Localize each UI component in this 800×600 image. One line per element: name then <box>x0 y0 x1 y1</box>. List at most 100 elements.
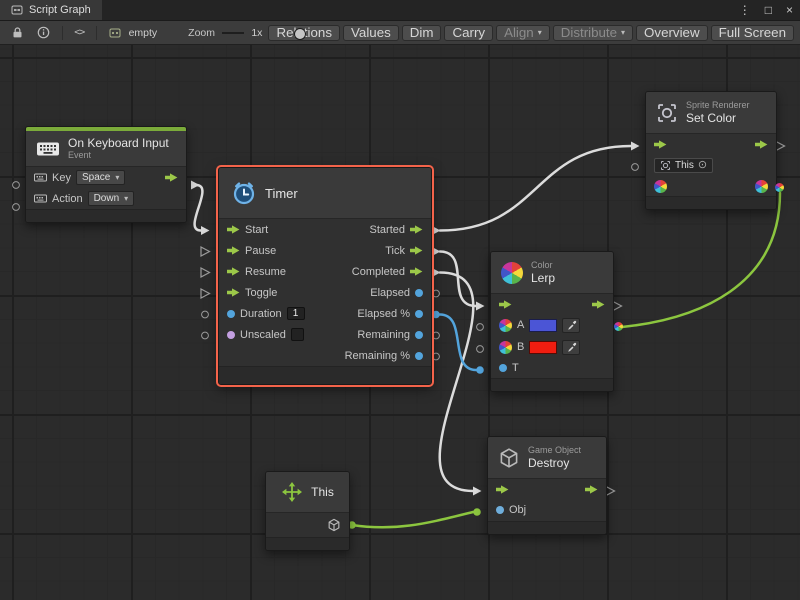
port-lerp-flow-out <box>613 302 622 311</box>
port-action-input <box>13 204 20 211</box>
port-label: Remaining <box>357 329 410 341</box>
port-timer-toggle <box>201 289 210 298</box>
distribute-button[interactable]: Distribute▾ <box>553 25 633 41</box>
graph-canvas[interactable]: On Keyboard Input Event Key Space▾ Actio… <box>0 45 800 600</box>
color-port-icon[interactable] <box>499 341 512 354</box>
node-set-color[interactable]: Sprite Renderer Set Color This ⊙ <box>645 91 777 210</box>
port-row-b: B <box>491 336 613 358</box>
node-subtitle: Event <box>68 150 169 161</box>
node-supertitle: Sprite Renderer <box>686 100 750 111</box>
port-timer-duration <box>202 311 209 318</box>
port-row-flow <box>488 479 606 499</box>
port-label-obj: Obj <box>509 504 526 516</box>
node-destroy[interactable]: Game Object Destroy Obj <box>487 436 607 535</box>
keyboard-icon <box>36 141 60 157</box>
action-type-icon <box>34 194 47 203</box>
keycode-type-icon <box>34 173 47 182</box>
zoom-value: 1x <box>251 27 262 39</box>
node-color-lerp[interactable]: Color Lerp A B <box>490 251 614 392</box>
float-port-icon[interactable] <box>499 364 507 372</box>
port-label: Elapsed % <box>357 308 410 320</box>
fullscreen-button[interactable]: Full Screen <box>711 25 794 41</box>
port-row-resume-completed: Resume Completed <box>219 261 431 282</box>
color-swatch-b[interactable] <box>529 341 557 354</box>
port-timer-started <box>432 226 441 235</box>
object-picker-icon[interactable]: ⊙ <box>698 160 707 171</box>
float-port-icon[interactable] <box>415 352 423 360</box>
flow-arrow-icon[interactable] <box>227 267 240 276</box>
flow-arrow-icon[interactable] <box>227 288 240 297</box>
float-port-icon[interactable] <box>415 289 423 297</box>
node-on-keyboard-input[interactable]: On Keyboard Input Event Key Space▾ Actio… <box>25 126 187 223</box>
color-port-icon[interactable] <box>755 180 768 193</box>
port-key-input <box>13 182 20 189</box>
window-maximize-icon[interactable]: □ <box>758 0 779 20</box>
flow-arrow-icon[interactable] <box>499 300 512 309</box>
zoom-slider[interactable] <box>222 26 244 40</box>
graph-name[interactable]: empty <box>129 27 158 39</box>
target-value: This <box>675 160 694 171</box>
target-field[interactable]: This ⊙ <box>654 158 713 173</box>
window-close-icon[interactable]: × <box>779 0 800 20</box>
flow-arrow-icon[interactable] <box>165 173 178 182</box>
port-label: Pause <box>245 245 276 257</box>
eyedropper-button[interactable] <box>562 318 580 333</box>
port-label-a: A <box>517 319 524 331</box>
port-timer-tick <box>432 247 441 256</box>
float-port-icon[interactable] <box>227 310 235 318</box>
window-titlebar: Script Graph ⋮ □ × <box>0 0 800 21</box>
color-port-icon[interactable] <box>654 180 667 193</box>
tab-script-graph[interactable]: Script Graph <box>0 0 102 20</box>
gameobject-port-icon[interactable] <box>496 506 504 514</box>
window-menu-icon[interactable]: ⋮ <box>732 0 758 20</box>
float-port-icon[interactable] <box>415 310 423 318</box>
flow-arrow-icon[interactable] <box>496 485 509 494</box>
node-this[interactable]: This <box>265 471 350 551</box>
action-dropdown[interactable]: Down▾ <box>88 191 135 206</box>
port-setcolor-flow-in <box>631 142 640 151</box>
color-swatch-a[interactable] <box>529 319 557 332</box>
flow-arrow-icon[interactable] <box>654 140 667 149</box>
dim-button[interactable]: Dim <box>402 25 442 41</box>
unity-script-graph-window: Script Graph ⋮ □ × <> empty Zoom 1x Rela… <box>0 0 800 600</box>
info-icon[interactable] <box>32 26 55 39</box>
flow-arrow-icon[interactable] <box>410 225 423 234</box>
chevron-down-icon: ▾ <box>538 28 542 37</box>
node-title: Set Color <box>686 111 750 125</box>
flow-arrow-icon[interactable] <box>227 246 240 255</box>
key-dropdown[interactable]: Space▾ <box>76 170 125 185</box>
carry-button[interactable]: Carry <box>444 25 493 41</box>
node-footer <box>646 196 776 209</box>
flow-arrow-icon[interactable] <box>592 300 605 309</box>
port-label-action: Action <box>52 193 83 205</box>
float-port-icon[interactable] <box>415 331 423 339</box>
flow-arrow-icon[interactable] <box>410 267 423 276</box>
node-footer <box>219 366 431 384</box>
unscaled-checkbox[interactable] <box>291 328 304 341</box>
code-view-icon[interactable]: <> <box>69 27 89 38</box>
flow-arrow-icon[interactable] <box>585 485 598 494</box>
wire-keyboard-to-timer-start <box>195 185 203 231</box>
lock-icon[interactable] <box>6 26 29 39</box>
values-button[interactable]: Values <box>343 25 399 41</box>
port-lerp-result-color[interactable] <box>614 322 623 331</box>
port-setcolor-color-out[interactable] <box>775 183 784 192</box>
flow-arrow-icon[interactable] <box>410 246 423 255</box>
node-title: On Keyboard Input <box>68 136 169 150</box>
port-label: Duration <box>240 308 282 320</box>
color-port-icon[interactable] <box>499 319 512 332</box>
duration-input[interactable]: 1 <box>287 307 305 320</box>
zoom-slider-knob[interactable] <box>294 28 306 40</box>
eyedropper-icon <box>566 342 577 353</box>
node-timer[interactable]: Timer Start Started Pause Tick Resume Co… <box>218 167 432 385</box>
align-button[interactable]: Align▾ <box>496 25 550 41</box>
gameobject-cube-icon[interactable] <box>327 518 341 532</box>
color-wheel-icon <box>501 262 523 284</box>
flow-arrow-icon[interactable] <box>227 225 240 234</box>
flow-arrow-icon[interactable] <box>755 140 768 149</box>
bool-port-icon[interactable] <box>227 331 235 339</box>
node-title: This <box>311 485 334 499</box>
eyedropper-button[interactable] <box>562 340 580 355</box>
overview-button[interactable]: Overview <box>636 25 708 41</box>
port-label: Elapsed <box>370 287 410 299</box>
